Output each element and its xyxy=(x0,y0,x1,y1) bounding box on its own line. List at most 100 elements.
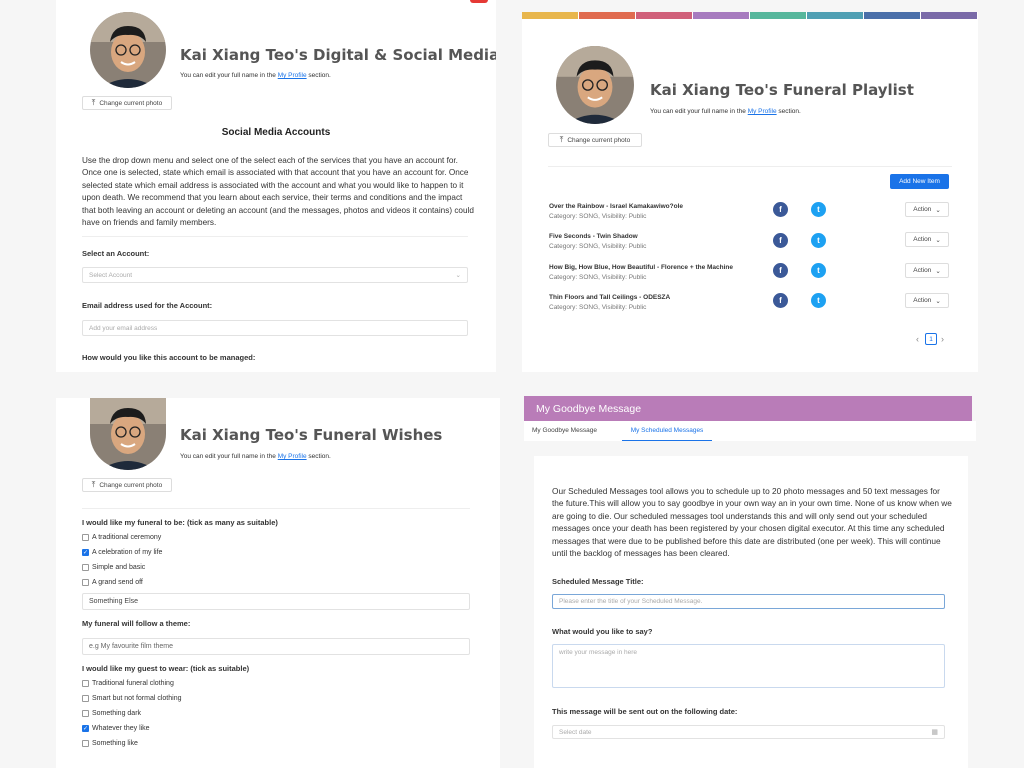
page-number[interactable]: 1 xyxy=(925,333,937,345)
prev-page-icon[interactable]: ‹ xyxy=(916,334,919,344)
divider xyxy=(82,236,468,237)
twitter-share-icon[interactable]: t xyxy=(811,202,826,217)
rainbow-segment xyxy=(579,12,635,19)
other-funeral-field[interactable]: Something Else xyxy=(82,593,470,610)
add-new-item-button[interactable]: Add New Item xyxy=(890,174,949,189)
twitter-share-icon[interactable]: t xyxy=(811,263,826,278)
twitter-share-icon[interactable]: t xyxy=(811,233,826,248)
checkbox-label: Simple and basic xyxy=(92,564,146,571)
checkbox-label: Something like xyxy=(92,740,138,747)
action-dropdown[interactable]: Action ⌄ xyxy=(905,263,949,278)
action-dropdown[interactable]: Action ⌄ xyxy=(905,202,949,217)
song-title: Over the Rainbow - Israel Kamakawiwo?ole xyxy=(549,203,684,210)
rainbow-segment xyxy=(522,12,578,19)
manage-label: How would you like this account to be ma… xyxy=(82,353,256,362)
send-date-picker[interactable]: Select date ▦ xyxy=(552,725,945,739)
send-date-label: This message will be sent out on the fol… xyxy=(552,707,738,716)
intro-text: Our Scheduled Messages tool allows you t… xyxy=(552,486,952,559)
checkbox-icon[interactable] xyxy=(82,564,89,571)
rainbow-segment xyxy=(750,12,806,19)
email-label: Email address used for the Account: xyxy=(82,301,213,310)
chevron-down-icon: ⌄ xyxy=(935,236,941,244)
divider xyxy=(548,166,952,167)
action-dropdown[interactable]: Action ⌄ xyxy=(905,232,949,247)
funeral-type-label: I would like my funeral to be: (tick as … xyxy=(82,518,278,527)
change-photo-button[interactable]: ⤒ Change current photo xyxy=(82,96,172,110)
checkbox-option[interactable]: ✓ Whatever they like xyxy=(82,725,150,732)
page-title: Kai Xiang Teo's Digital & Social Media W… xyxy=(180,46,496,64)
song-meta: Category: SONG, Visibility: Public xyxy=(549,213,647,220)
upload-icon: ⤒ xyxy=(91,98,96,107)
select-account-label: Select an Account: xyxy=(82,249,150,258)
checkbox-option[interactable]: Traditional funeral clothing xyxy=(82,680,174,687)
checkbox-icon[interactable] xyxy=(82,680,89,687)
email-field[interactable]: Add your email address xyxy=(82,320,468,336)
change-photo-button[interactable]: ⤒ Change current photo xyxy=(548,133,642,147)
rainbow-segment xyxy=(921,12,977,19)
checkbox-checked-icon[interactable]: ✓ xyxy=(82,725,89,732)
song-meta: Category: SONG, Visibility: Public xyxy=(549,274,647,281)
select-account-dropdown[interactable]: Select Account ⌄ xyxy=(82,267,468,283)
checkbox-option[interactable]: A grand send off xyxy=(82,579,143,586)
checkbox-label: Whatever they like xyxy=(92,725,150,732)
edit-name-note: You can edit your full name in the My Pr… xyxy=(180,72,331,79)
goodbye-header: My Goodbye Message xyxy=(524,396,972,421)
song-meta: Category: SONG, Visibility: Public xyxy=(549,304,647,311)
checkbox-option[interactable]: ✓ A celebration of my life xyxy=(82,549,162,556)
section-heading: Social Media Accounts xyxy=(221,127,331,138)
next-page-icon[interactable]: › xyxy=(941,334,944,344)
funeral-playlist-panel: Kai Xiang Teo's Funeral Playlist You can… xyxy=(522,12,978,372)
checkbox-option[interactable]: A traditional ceremony xyxy=(82,534,161,541)
edit-name-note: You can edit your full name in the My Pr… xyxy=(650,108,801,115)
rainbow-segment xyxy=(636,12,692,19)
page-title: Kai Xiang Teo's Funeral Wishes xyxy=(180,426,443,444)
message-title-input[interactable]: Please enter the title of your Scheduled… xyxy=(552,594,945,609)
theme-field[interactable]: e.g My favourite film theme xyxy=(82,638,470,655)
intro-text: Use the drop down menu and select one of… xyxy=(82,156,474,228)
chevron-down-icon: ⌄ xyxy=(935,206,941,214)
social-media-will-panel: Kai Xiang Teo's Digital & Social Media W… xyxy=(56,0,496,372)
tab-bar: My Goodbye Message My Scheduled Messages xyxy=(524,421,976,441)
checkbox-label: A grand send off xyxy=(92,579,143,586)
checkbox-icon[interactable] xyxy=(82,695,89,702)
my-profile-link[interactable]: My Profile xyxy=(278,453,307,460)
facebook-share-icon[interactable]: f xyxy=(773,263,788,278)
checkbox-icon[interactable] xyxy=(82,710,89,717)
edit-name-note: You can edit your full name in the My Pr… xyxy=(180,453,331,460)
facebook-share-icon[interactable]: f xyxy=(773,233,788,248)
change-photo-button[interactable]: ⤒ Change current photo xyxy=(82,478,172,492)
tab-goodbye-message[interactable]: My Goodbye Message xyxy=(532,427,597,434)
checkbox-label: Something dark xyxy=(92,710,142,717)
twitter-share-icon[interactable]: t xyxy=(811,293,826,308)
facebook-share-icon[interactable]: f xyxy=(773,202,788,217)
checkbox-icon[interactable] xyxy=(82,534,89,541)
my-profile-link[interactable]: My Profile xyxy=(748,108,777,115)
tab-scheduled-messages[interactable]: My Scheduled Messages xyxy=(622,421,712,441)
facebook-share-icon[interactable]: f xyxy=(773,293,788,308)
goodbye-message-panel: My Goodbye Message My Goodbye Message My… xyxy=(524,396,976,768)
rainbow-segment xyxy=(864,12,920,19)
chevron-down-icon: ⌄ xyxy=(455,272,461,279)
message-body-textarea[interactable]: write your message in here xyxy=(552,644,945,688)
my-profile-link[interactable]: My Profile xyxy=(278,72,307,79)
checkbox-option[interactable]: Smart but not formal clothing xyxy=(82,695,182,702)
avatar xyxy=(90,398,166,470)
avatar xyxy=(90,12,166,88)
checkbox-option[interactable]: Simple and basic xyxy=(82,564,145,571)
checkbox-icon[interactable] xyxy=(82,579,89,586)
checkbox-label: Smart but not formal clothing xyxy=(92,695,182,702)
rainbow-segment xyxy=(807,12,863,19)
rainbow-bar xyxy=(522,12,978,19)
checkbox-option[interactable]: Something like xyxy=(82,740,138,747)
checkbox-icon[interactable] xyxy=(82,740,89,747)
action-dropdown[interactable]: Action ⌄ xyxy=(905,293,949,308)
checkbox-label: Traditional funeral clothing xyxy=(92,680,174,687)
checkbox-checked-icon[interactable]: ✓ xyxy=(82,549,89,556)
calendar-icon: ▦ xyxy=(931,729,938,736)
checkbox-option[interactable]: Something dark xyxy=(82,710,141,717)
funeral-wishes-panel: Kai Xiang Teo's Funeral Wishes You can e… xyxy=(56,398,500,768)
theme-label: My funeral will follow a theme: xyxy=(82,619,191,628)
song-title: Five Seconds - Twin Shadow xyxy=(549,233,638,240)
song-title: How Big, How Blue, How Beautiful - Flore… xyxy=(549,264,734,271)
page-title: Kai Xiang Teo's Funeral Playlist xyxy=(650,81,914,99)
